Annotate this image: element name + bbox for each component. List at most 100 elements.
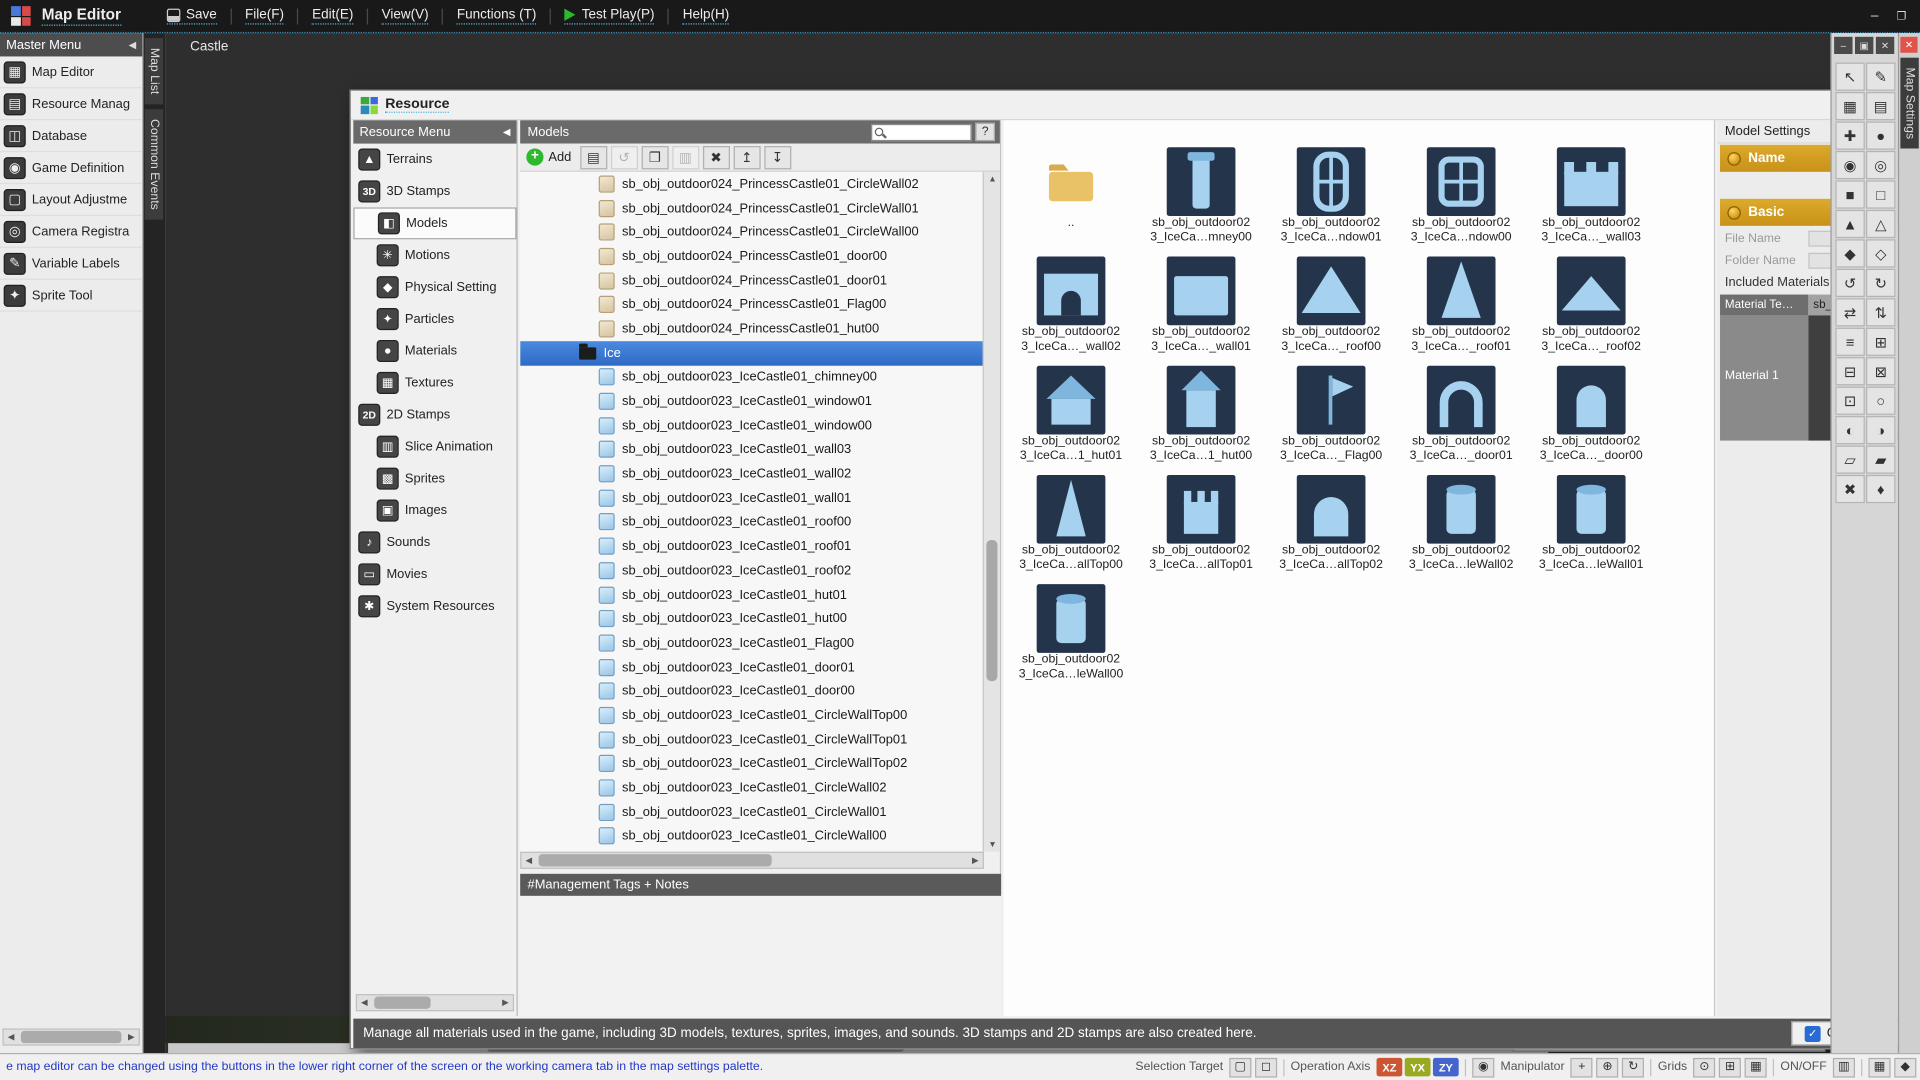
scroll-left-icon[interactable]: ◀: [4, 1030, 19, 1045]
scroll-right-icon[interactable]: ▶: [968, 853, 983, 868]
tab-map-list[interactable]: Map List: [145, 38, 163, 104]
model-list-item[interactable]: sb_obj_outdoor023_IceCastle01_chimney00: [520, 365, 984, 389]
model-list-item[interactable]: sb_obj_outdoor023_IceCastle01_CircleWall…: [520, 728, 984, 752]
scrollbar-thumb[interactable]: [374, 997, 430, 1009]
grid-item[interactable]: sb_obj_outdoor023_IceCa…_roof02: [1529, 256, 1654, 353]
export-icon[interactable]: ↥: [733, 145, 760, 168]
map-tool-icon-2[interactable]: ✎: [1866, 63, 1895, 91]
sidebar-item-database[interactable]: ◫Database: [0, 120, 142, 152]
scroll-up-icon[interactable]: ▲: [984, 172, 1001, 187]
axis-button-zy[interactable]: ZY: [1433, 1058, 1459, 1076]
resource-menu-item-physical-setting[interactable]: ◆Physical Setting: [353, 271, 516, 303]
resource-menu-item-particles[interactable]: ✦Particles: [353, 303, 516, 335]
map-tool-icon-11[interactable]: ▲: [1835, 210, 1864, 238]
grid-item[interactable]: sb_obj_outdoor023_IceCa…_door01: [1399, 366, 1524, 463]
model-list-item[interactable]: sb_obj_outdoor024_PrincessCastle01_hut00: [520, 317, 984, 341]
map-tool-icon-9[interactable]: ■: [1835, 180, 1864, 208]
tab-common-events[interactable]: Common Events: [145, 109, 163, 219]
grid-item[interactable]: sb_obj_outdoor023_IceCa…_wall01: [1139, 256, 1264, 353]
model-list-horizontal-scrollbar[interactable]: ◀ ▶: [520, 852, 984, 869]
scroll-right-icon[interactable]: ▶: [498, 995, 513, 1010]
menu-help[interactable]: Help(H): [683, 7, 730, 24]
map-tool-icon-17[interactable]: ⇄: [1835, 298, 1864, 326]
manipulator-icon-3[interactable]: ↻: [1622, 1057, 1644, 1077]
model-folder-row[interactable]: Ice: [520, 341, 984, 365]
scroll-left-icon[interactable]: ◀: [521, 853, 536, 868]
model-list-item[interactable]: sb_obj_outdoor023_IceCastle01_CircleWall…: [520, 752, 984, 776]
save-button[interactable]: Save: [166, 7, 216, 24]
close-panel-icon[interactable]: ✕: [1876, 37, 1894, 54]
pin-icon[interactable]: ▣: [1855, 37, 1873, 54]
map-tool-icon-10[interactable]: □: [1866, 180, 1895, 208]
tab-map-settings[interactable]: Map Settings: [1900, 58, 1918, 149]
model-list-item[interactable]: sb_obj_outdoor023_IceCastle01_roof02: [520, 558, 984, 582]
model-list-vertical-scrollbar[interactable]: ▲ ▼: [983, 172, 1000, 852]
manipulator-icon-1[interactable]: +: [1571, 1057, 1593, 1077]
grid-icon-2[interactable]: ⊞: [1719, 1057, 1741, 1077]
import-icon[interactable]: ↧: [764, 145, 791, 168]
onoff-icon[interactable]: ▥: [1833, 1057, 1855, 1077]
map-tool-icon-26[interactable]: ◑: [1866, 416, 1895, 444]
scroll-right-icon[interactable]: ▶: [124, 1030, 139, 1045]
model-list-item[interactable]: sb_obj_outdoor024_PrincessCastle01_door0…: [520, 268, 984, 292]
map-tool-icon-29[interactable]: ✖: [1835, 475, 1864, 503]
manipulator-icon-2[interactable]: ⊕: [1597, 1057, 1619, 1077]
resource-menu-item-2d-stamps[interactable]: 2D2D Stamps: [353, 399, 516, 431]
map-tool-icon-20[interactable]: ⊞: [1866, 328, 1895, 356]
grid-item[interactable]: sb_obj_outdoor023_IceCa…ndow00: [1399, 147, 1524, 244]
grid-item[interactable]: sb_obj_outdoor023_IceCa…leWall02: [1399, 475, 1524, 572]
search-box[interactable]: [871, 123, 972, 140]
resource-menu-item-motions[interactable]: ✳Motions: [353, 239, 516, 271]
model-list-item[interactable]: sb_obj_outdoor023_IceCastle01_door01: [520, 655, 984, 679]
help-button[interactable]: ?: [975, 123, 995, 141]
model-list-item[interactable]: sb_obj_outdoor024_PrincessCastle01_door0…: [520, 244, 984, 268]
selection-target-icon-1[interactable]: ▢: [1229, 1057, 1251, 1077]
corner-icon-1[interactable]: ▦: [1868, 1057, 1890, 1077]
grid-icon-3[interactable]: ▦: [1745, 1057, 1767, 1077]
selection-target-icon-2[interactable]: ◻: [1255, 1057, 1277, 1077]
scroll-left-icon[interactable]: ◀: [357, 995, 372, 1010]
scrollbar-thumb[interactable]: [539, 854, 772, 866]
resource-menu-item-3d-stamps[interactable]: 3D3D Stamps: [353, 175, 516, 207]
collapse-icon[interactable]: ◀: [503, 126, 511, 137]
grid-item[interactable]: sb_obj_outdoor023_IceCa…allTop01: [1139, 475, 1264, 572]
map-tool-icon-19[interactable]: ≡: [1835, 328, 1864, 356]
sidebar-item-game-definition[interactable]: ◉Game Definition: [0, 152, 142, 184]
resource-menu-item-sounds[interactable]: ♪Sounds: [353, 526, 516, 558]
map-tool-icon-4[interactable]: ▤: [1866, 92, 1895, 120]
grid-item[interactable]: sb_obj_outdoor023_IceCa…leWall00: [1008, 584, 1133, 681]
resource-menu-item-models[interactable]: ◧Models: [353, 207, 516, 239]
axis-button-yx[interactable]: YX: [1405, 1058, 1431, 1076]
grid-item[interactable]: sb_obj_outdoor023_IceCa…_roof01: [1399, 256, 1524, 353]
model-list-item[interactable]: sb_obj_outdoor024_PrincessCastle01_Circl…: [520, 220, 984, 244]
map-tool-icon-27[interactable]: ▱: [1835, 445, 1864, 473]
scrollbar-thumb[interactable]: [21, 1031, 122, 1043]
sidebar-item-layout-adjustment[interactable]: ▢Layout Adjustme: [0, 184, 142, 216]
management-tags-body[interactable]: [520, 896, 1001, 1016]
menu-file[interactable]: File(F): [245, 7, 284, 24]
model-list-item[interactable]: sb_obj_outdoor023_IceCastle01_CircleWall…: [520, 824, 984, 848]
map-tool-icon-1[interactable]: ↖: [1835, 63, 1864, 91]
add-button[interactable]: + Add: [526, 148, 571, 165]
model-list-item[interactable]: sb_obj_outdoor023_IceCastle01_CircleWall…: [520, 703, 984, 727]
model-list-item[interactable]: sb_obj_outdoor023_IceCastle01_wall03: [520, 438, 984, 462]
menu-view[interactable]: View(V): [382, 7, 429, 24]
minimize-icon[interactable]: [1861, 5, 1888, 27]
grid-item[interactable]: sb_obj_outdoor023_IceCa…allTop02: [1269, 475, 1394, 572]
menu-edit[interactable]: Edit(E): [312, 7, 353, 24]
model-list-item[interactable]: sb_obj_outdoor024_PrincessCastle01_Flag0…: [520, 293, 984, 317]
add-folder-icon[interactable]: ▤: [580, 145, 607, 168]
model-list-item[interactable]: sb_obj_outdoor024_PrincessCastle01_Circl…: [520, 172, 984, 196]
grid-item[interactable]: sb_obj_outdoor023_IceCa…allTop00: [1008, 475, 1133, 572]
grid-item[interactable]: sb_obj_outdoor023_IceCa…_wall02: [1008, 256, 1133, 353]
map-tool-icon-22[interactable]: ⊠: [1866, 357, 1895, 385]
grid-item[interactable]: sb_obj_outdoor023_IceCa…ndow01: [1269, 147, 1394, 244]
model-list-item[interactable]: sb_obj_outdoor023_IceCastle01_window00: [520, 413, 984, 437]
grid-item[interactable]: sb_obj_outdoor023_IceCa…1_hut01: [1008, 366, 1133, 463]
map-tool-icon-13[interactable]: ◆: [1835, 239, 1864, 267]
scroll-down-icon[interactable]: ▼: [984, 837, 1001, 852]
model-list-item[interactable]: sb_obj_outdoor023_IceCastle01_CircleWall…: [520, 776, 984, 800]
model-list-item[interactable]: sb_obj_outdoor024_PrincessCastle01_Circl…: [520, 196, 984, 220]
map-tool-icon-8[interactable]: ◎: [1866, 151, 1895, 179]
map-tool-icon-15[interactable]: ↺: [1835, 269, 1864, 297]
